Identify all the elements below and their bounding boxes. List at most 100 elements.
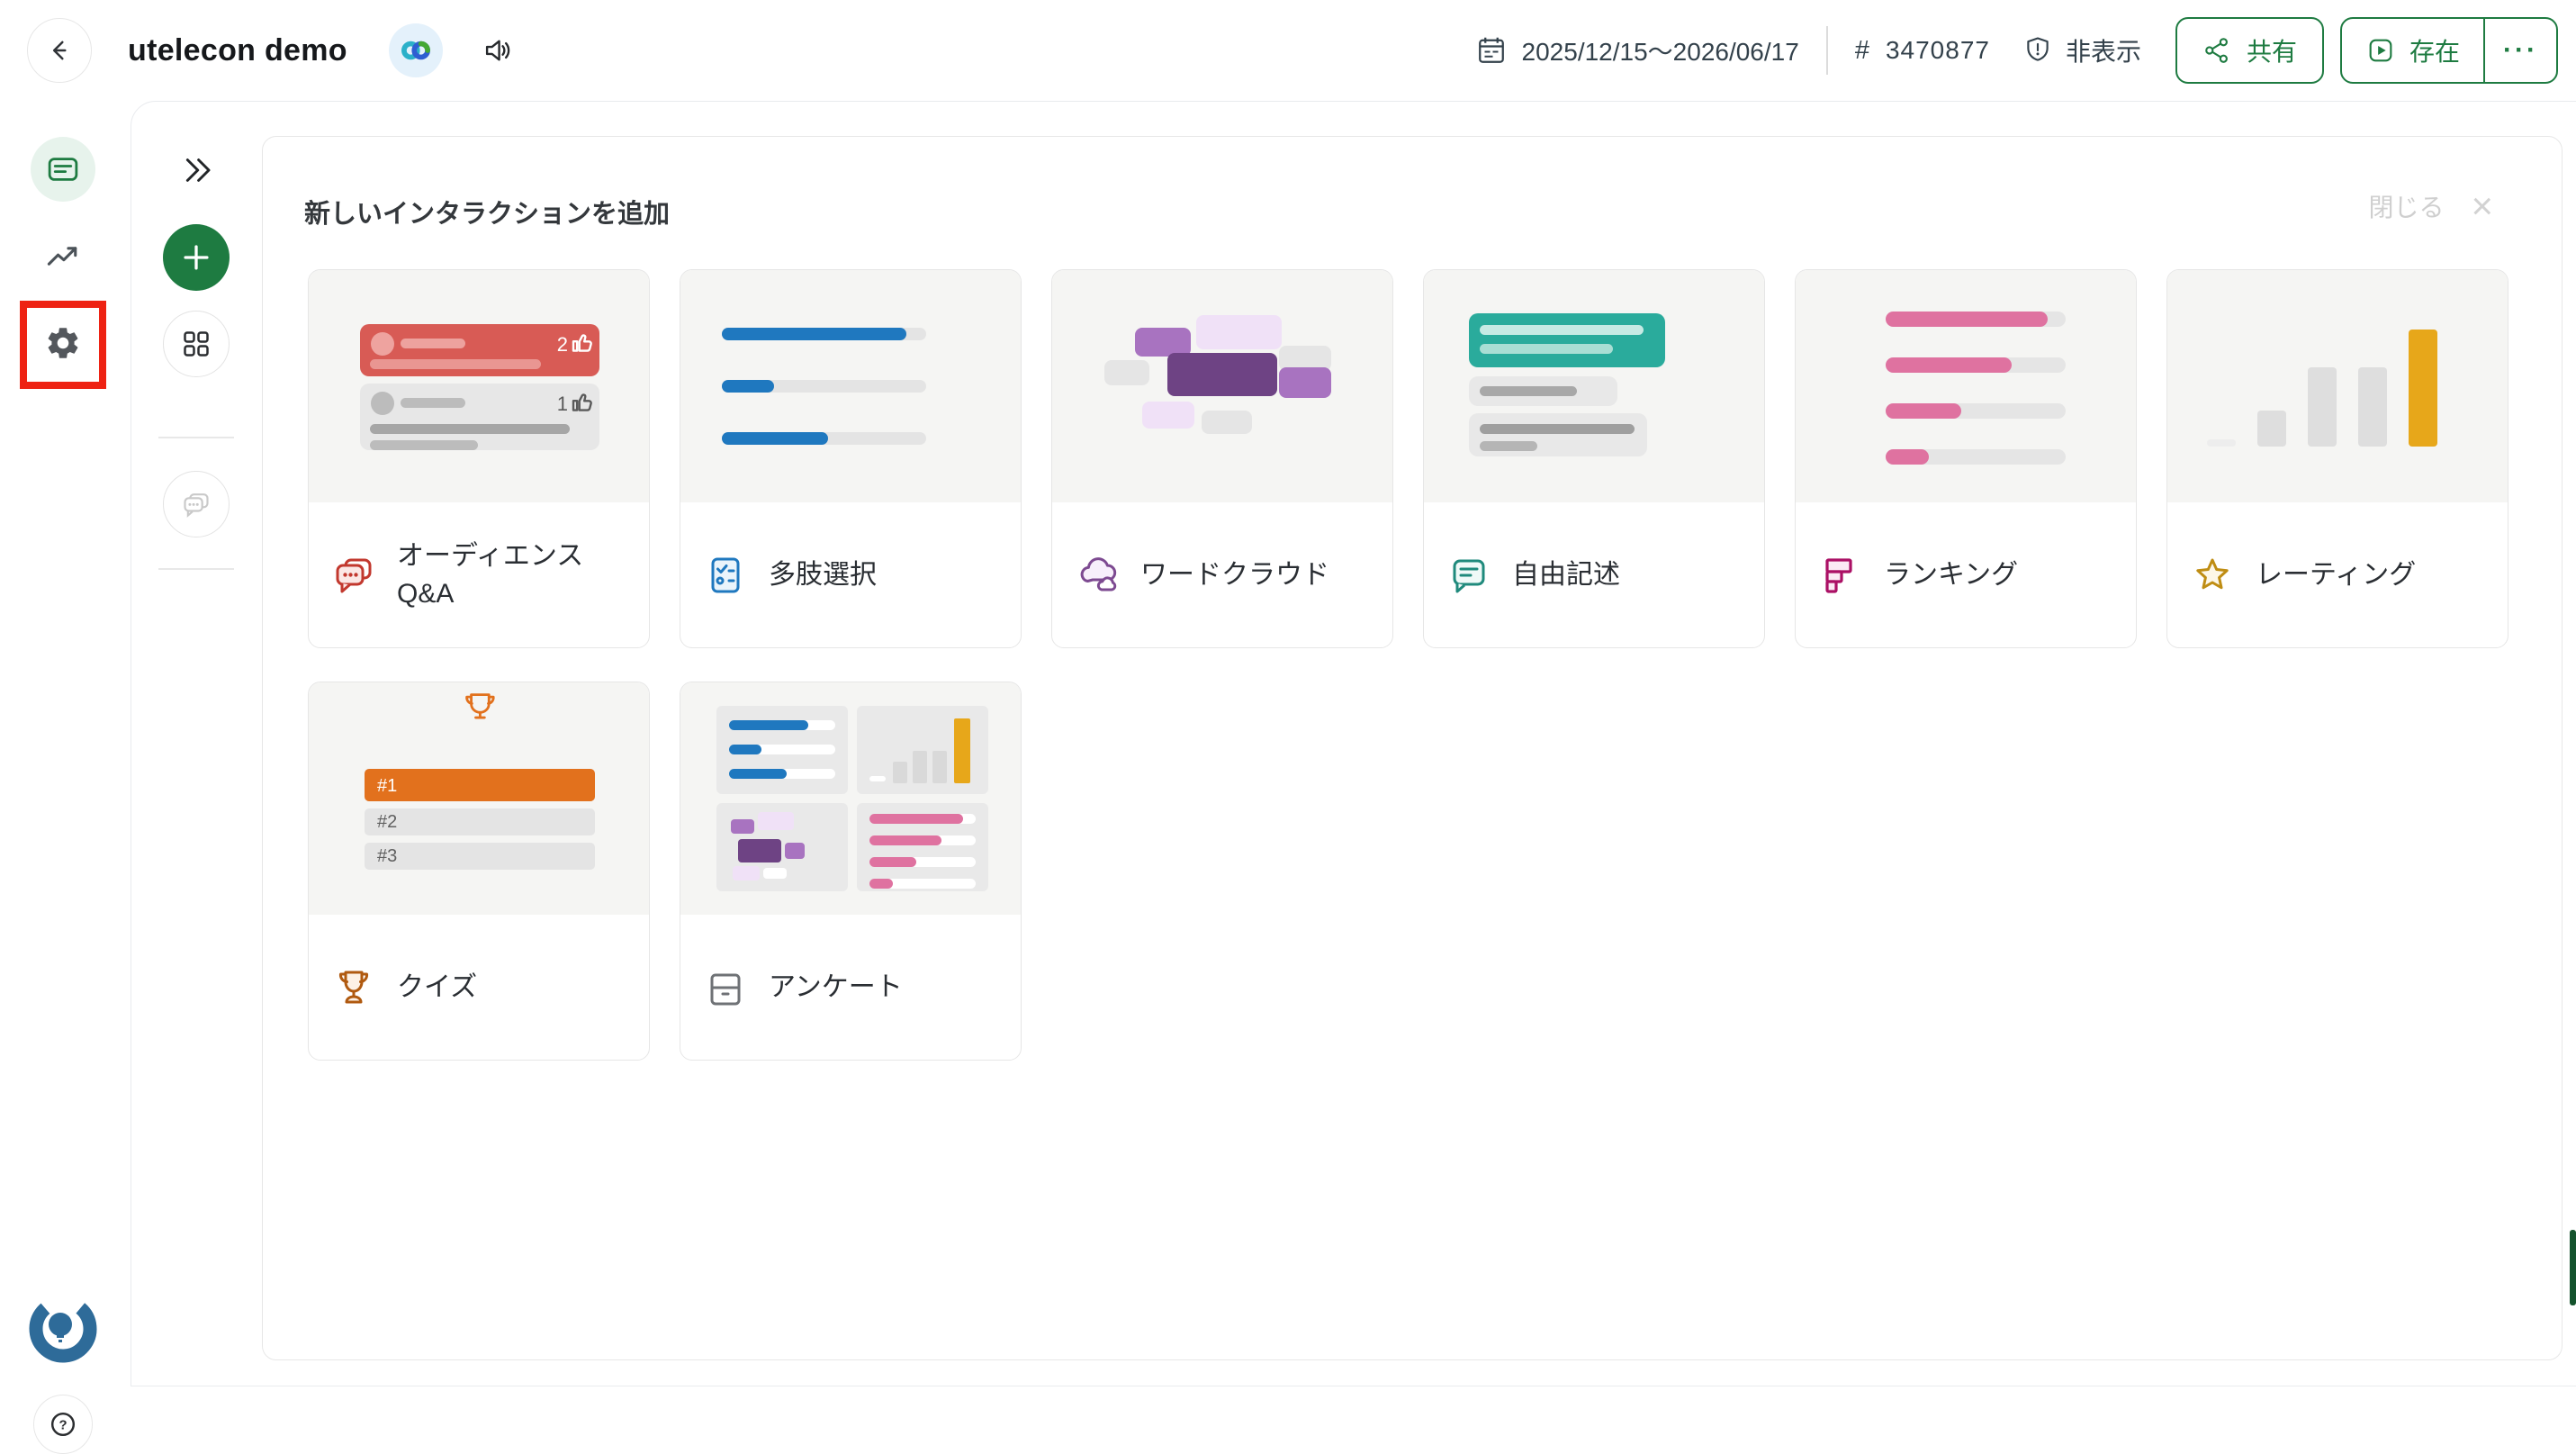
svg-text:2: 2 [557, 333, 568, 356]
card-ranking[interactable]: ランキング [1795, 269, 2137, 648]
open-text-icon [1447, 554, 1491, 597]
card-label-row: 多肢選択 [680, 502, 1021, 647]
announcement-button[interactable] [481, 33, 515, 68]
help-button[interactable]: ? [33, 1395, 93, 1454]
gear-icon [44, 324, 82, 362]
checklist-icon [704, 554, 747, 597]
back-button[interactable] [27, 18, 92, 83]
card-label: クイズ [397, 969, 477, 1007]
card-label: オーディエンス Q&A [397, 537, 626, 613]
present-label: 存在 [2409, 32, 2460, 68]
dialog-heading: 新しいインタラクションを追加 [304, 193, 670, 230]
visibility-toggle[interactable]: 非表示 [2022, 32, 2141, 68]
card-open-text[interactable]: 自由記述 [1423, 269, 1765, 648]
card-label: 多肢選択 [769, 556, 877, 594]
present-button[interactable]: 存在 [2342, 19, 2483, 82]
present-panel-icon [44, 150, 82, 188]
share-label: 共有 [2247, 32, 2297, 68]
webex-logo [389, 23, 443, 77]
chat-icon [178, 486, 214, 522]
card-label: レーティング [2256, 556, 2416, 594]
rail-divider [158, 568, 234, 570]
card-thumbnail-ranking [1796, 270, 2136, 502]
sidebar-item-settings[interactable] [31, 311, 95, 375]
card-survey[interactable]: アンケート [680, 682, 1022, 1061]
svg-text:#3: #3 [377, 846, 397, 866]
card-rating[interactable]: レーティング [2166, 269, 2508, 648]
collapse-rail-button[interactable] [163, 137, 230, 203]
shield-icon [2022, 35, 2053, 66]
sidebar-item-analytics[interactable] [31, 224, 95, 289]
card-label: ランキング [1884, 556, 2018, 594]
card-label-row: クイズ [309, 915, 649, 1060]
share-button[interactable]: 共有 [2175, 17, 2324, 84]
card-label: ワードクラウド [1140, 556, 1329, 594]
back-arrow-icon [41, 32, 77, 68]
visibility-label: 非表示 [2066, 32, 2141, 68]
card-thumbnail-quiz: #1 #2 #3 [309, 682, 649, 915]
card-thumbnail-survey [680, 682, 1021, 915]
card-thumbnail-word-cloud [1052, 270, 1392, 502]
interaction-type-grid: 2 1 オーディエンス Q&A 多肢選択 ワードクラウド 自由記述 ランキング [308, 269, 2508, 1061]
card-quiz[interactable]: #1 #2 #3 クイズ [308, 682, 650, 1061]
card-label-row: オーディエンス Q&A [309, 502, 649, 647]
grid-icon [178, 326, 214, 362]
qa-chat-icon [332, 554, 375, 597]
card-label: 自由記述 [1512, 556, 1620, 594]
trend-icon [43, 237, 83, 276]
card-multiple-choice[interactable]: 多肢選択 [680, 269, 1022, 648]
card-label-row: レーティング [2167, 502, 2508, 647]
help-icon: ? [44, 1405, 82, 1443]
card-label-row: ランキング [1796, 502, 2136, 647]
plus-icon [176, 238, 216, 277]
webex-icon [397, 32, 435, 69]
scrollbar-thumb[interactable] [2570, 1230, 2576, 1305]
main-panel: 新しいインタラクションを追加 閉じる × 2 1 オーディエンス Q&A 多肢選… [131, 101, 2576, 1386]
templates-grid-button[interactable] [163, 311, 230, 377]
event-date-range: 2025/12/15～2026/06/17 [1522, 32, 1799, 68]
card-label-row: 自由記述 [1424, 502, 1764, 647]
card-label-row: アンケート [680, 915, 1021, 1060]
card-audience-qa[interactable]: 2 1 オーディエンス Q&A [308, 269, 650, 648]
close-label: 閉じる [2368, 188, 2444, 224]
svg-text:1: 1 [557, 393, 568, 415]
more-options-button[interactable]: ··· [2483, 19, 2556, 82]
play-square-icon [2365, 35, 2396, 66]
card-thumbnail-rating [2167, 270, 2508, 502]
meta-divider [1826, 26, 1828, 75]
svg-text:#2: #2 [377, 812, 397, 832]
close-icon: × [2471, 187, 2493, 225]
event-code: 3470877 [1886, 36, 1990, 65]
ellipsis-icon: ··· [2503, 35, 2538, 66]
sidebar-item-interactions[interactable] [31, 137, 95, 202]
page-title: utelecon demo [128, 33, 347, 68]
add-interaction-dialog: 新しいインタラクションを追加 閉じる × 2 1 オーディエンス Q&A 多肢選… [262, 136, 2562, 1360]
card-word-cloud[interactable]: ワードクラウド [1051, 269, 1393, 648]
add-interaction-button[interactable] [163, 224, 230, 291]
card-thumbnail-multiple-choice [680, 270, 1021, 502]
hash-symbol: # [1855, 36, 1869, 66]
present-split-button: 存在 ··· [2340, 17, 2558, 84]
card-label-row: ワードクラウド [1052, 502, 1392, 647]
svg-text:?: ? [59, 1418, 67, 1432]
event-meta: 2025/12/15～2026/06/17 # 3470877 非表示 [1475, 26, 2141, 75]
card-thumbnail-open-text [1424, 270, 1764, 502]
ranking-icon [1819, 554, 1862, 597]
card-label: アンケート [769, 969, 903, 1007]
svg-text:#1: #1 [377, 776, 397, 796]
top-header: utelecon demo 2025/12/15～2026/06/17 # 34… [0, 0, 2576, 101]
star-icon [2191, 554, 2234, 597]
cloud-icon [1076, 554, 1119, 597]
qa-chat-rail-button[interactable] [163, 471, 230, 537]
lightbulb-icon [20, 1284, 106, 1370]
trophy-icon [332, 966, 375, 1009]
left-sidebar: ? [0, 101, 131, 1381]
card-thumbnail-audience-qa: 2 1 [309, 270, 649, 502]
calendar-icon [1475, 34, 1508, 67]
survey-icon [704, 966, 747, 1009]
rail-divider [158, 437, 234, 438]
speaker-icon [481, 33, 515, 68]
close-dialog-button[interactable]: 閉じる × [2368, 187, 2493, 225]
chevrons-right-icon [177, 151, 215, 189]
lightbulb-ring-logo [20, 1284, 106, 1370]
